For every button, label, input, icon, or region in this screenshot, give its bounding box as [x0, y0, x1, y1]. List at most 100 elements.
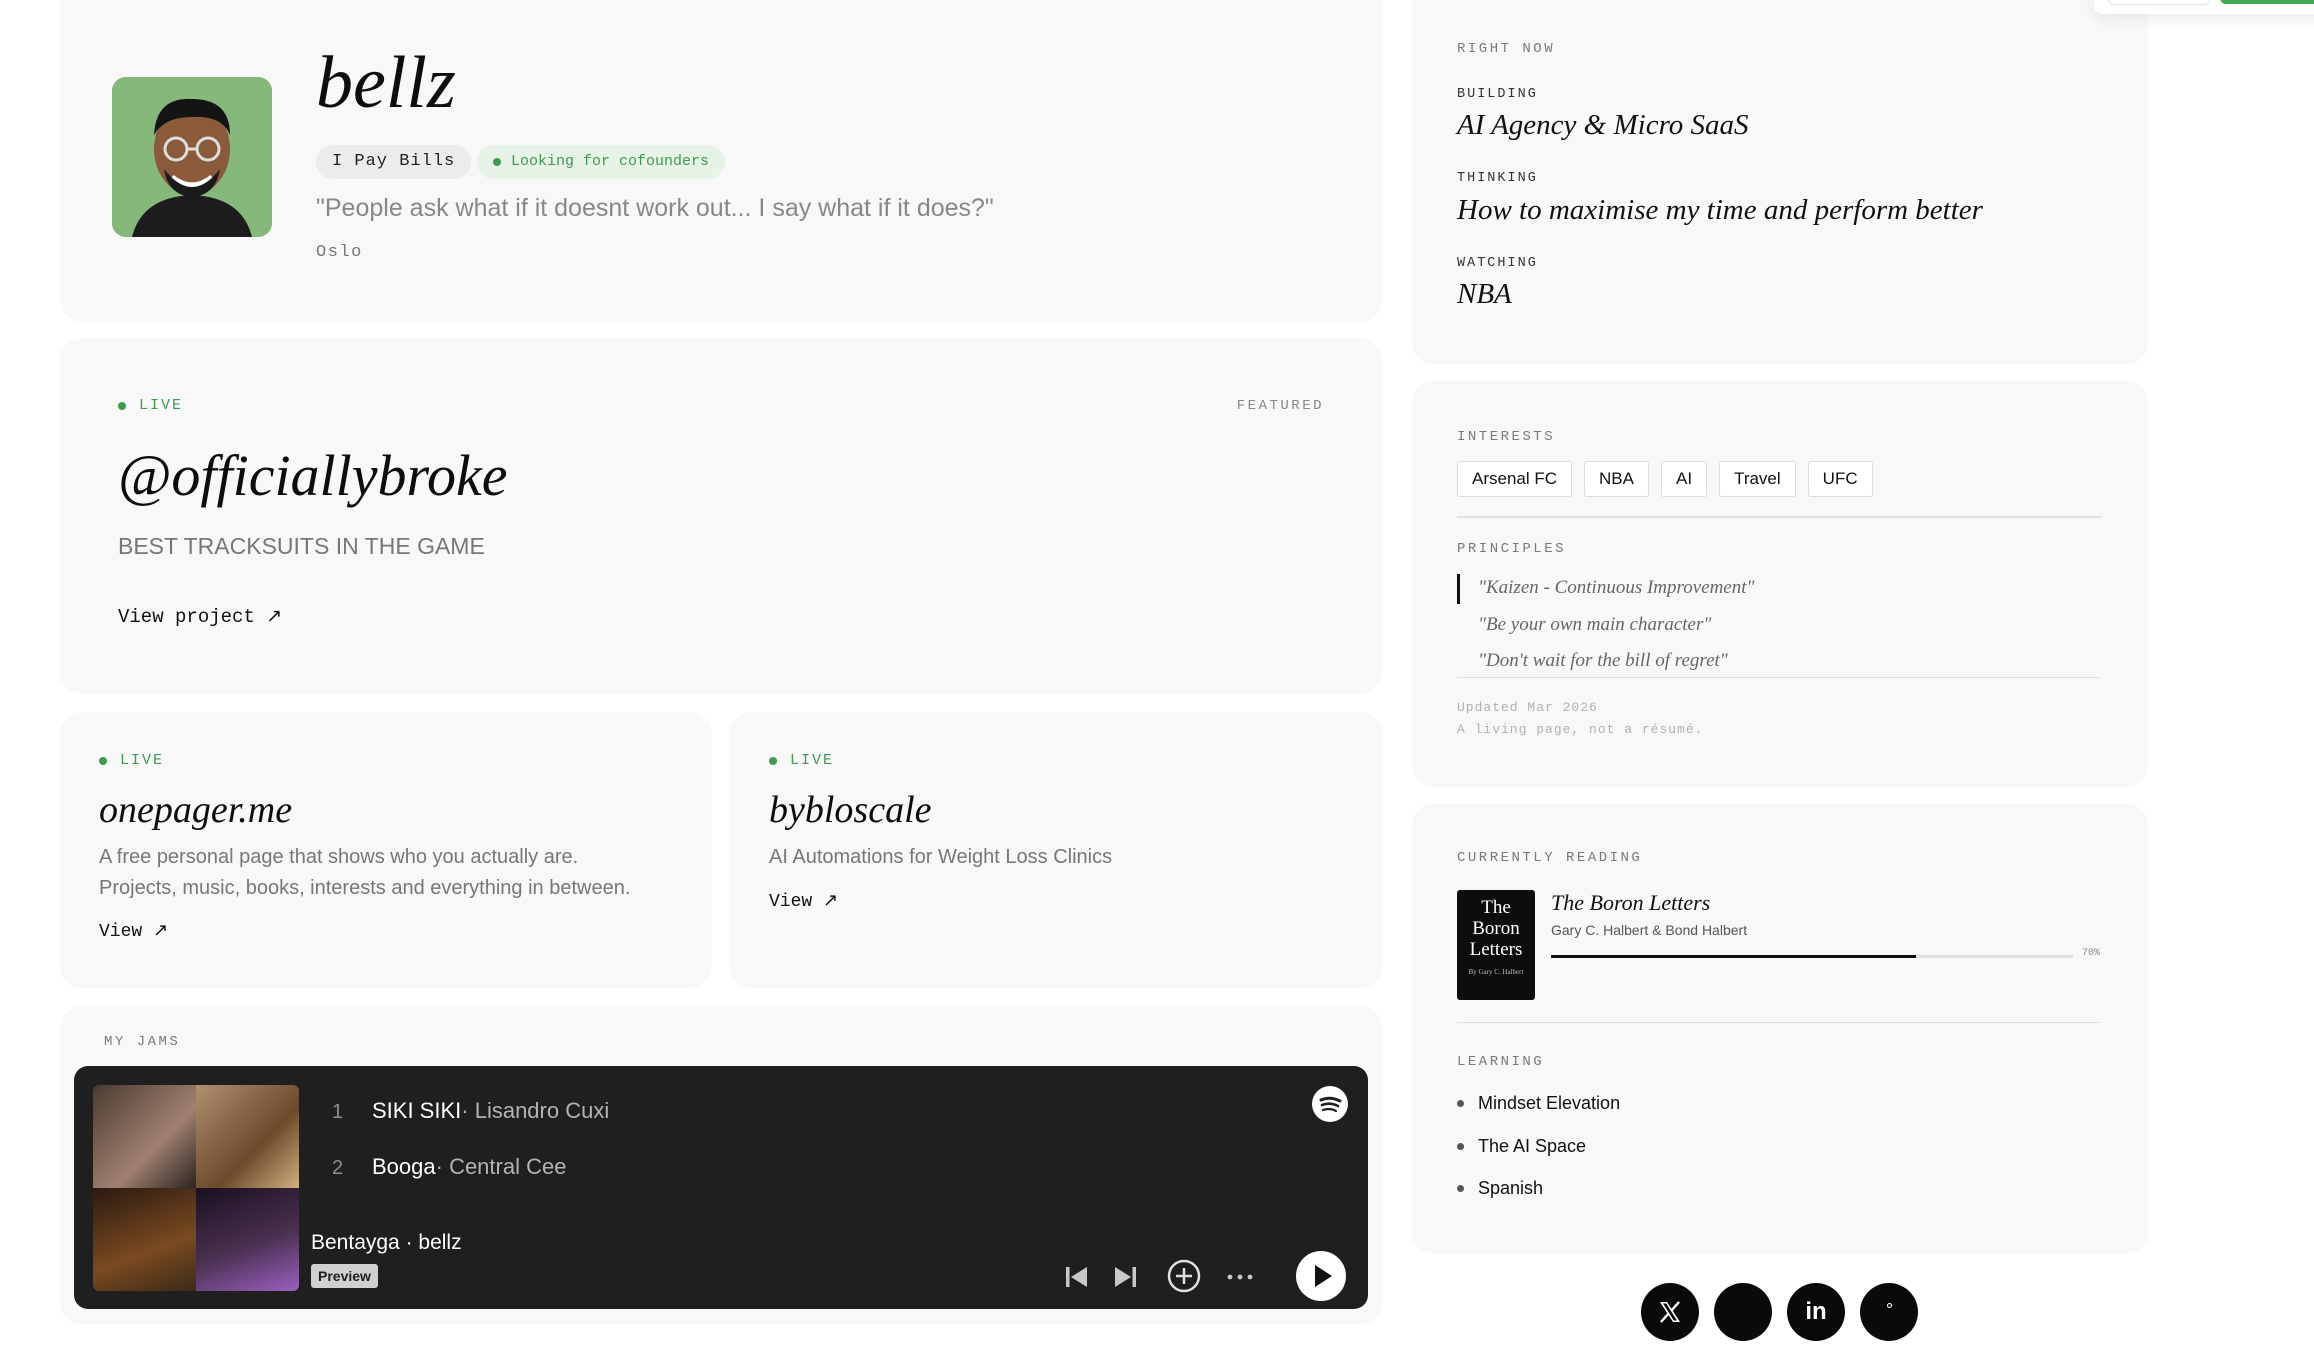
- principle-item: "Don't wait for the bill of regret": [1478, 650, 1728, 671]
- right-now-card: RIGHT NOW BUILDING AI Agency & Micro Saa…: [1412, 0, 2148, 364]
- top-widget: [2094, 0, 2314, 14]
- track-row[interactable]: 2 Booga · Central Cee: [332, 1154, 566, 1180]
- principle-item: "Be your own main character": [1478, 614, 1712, 635]
- building-value: AI Agency & Micro SaaS: [1457, 109, 1749, 141]
- book-title: The Boron Letters: [1551, 890, 1711, 915]
- play-icon: [1315, 1265, 1332, 1287]
- watching-value: NBA: [1457, 278, 1512, 310]
- thinking-label: THINKING: [1457, 171, 1538, 186]
- project-desc-line1: AI Automations for Weight Loss Clinics: [769, 846, 1113, 868]
- linkedin-icon[interactable]: in: [1787, 1283, 1845, 1341]
- thinking-value: How to maximise my time and perform bett…: [1457, 194, 1983, 226]
- project-desc-line1: A free personal page that shows who you …: [99, 846, 579, 868]
- spotify-player: 1 SIKI SIKI · Lisandro Cuxi 2 Booga · Ce…: [74, 1066, 1368, 1309]
- learning-label: LEARNING: [1457, 1054, 1545, 1070]
- watching-label: WATCHING: [1457, 256, 1538, 271]
- reading-card: CURRENTLY READING The Boron Letters By G…: [1412, 804, 2148, 1254]
- x-logo-icon[interactable]: [1641, 1283, 1699, 1341]
- live-badge: LIVE: [769, 752, 834, 769]
- project-title: bybloscale: [769, 789, 932, 831]
- view-link[interactable]: View ↗: [769, 890, 838, 912]
- right-now-label: RIGHT NOW: [1457, 41, 1556, 57]
- track-artist: · Lisandro Cuxi: [461, 1098, 610, 1123]
- project-card-bybloscale[interactable]: LIVE bybloscale AI Automations for Weigh…: [730, 712, 1382, 988]
- play-button[interactable]: [1296, 1251, 1346, 1301]
- reading-progress-fill: [1551, 955, 1917, 958]
- book-cover[interactable]: The Boron Letters By Gary C. Halbert: [1457, 890, 1535, 1000]
- divider: [1457, 516, 2101, 518]
- my-jams-label: MY JAMS: [104, 1034, 181, 1050]
- interest-tag: Arsenal FC: [1457, 461, 1573, 497]
- featured-subtitle: BEST TRACKSUITS IN THE GAME: [118, 533, 485, 559]
- divider: [1457, 1022, 2101, 1023]
- profile-tag: I Pay Bills: [316, 145, 472, 179]
- track-title: SIKI SIKI: [372, 1098, 462, 1123]
- profile-location: Oslo: [316, 243, 363, 262]
- status-badge: Looking for cofounders: [477, 145, 726, 179]
- widget-primary-button[interactable]: [2220, 0, 2314, 4]
- reading-progress-label: 70%: [2082, 948, 2101, 959]
- live-badge: LIVE: [99, 752, 164, 769]
- book-cover-line: The: [1481, 897, 1511, 918]
- profile-quote: "People ask what if it doesnt work out..…: [316, 194, 994, 222]
- interest-tag: AI: [1661, 461, 1708, 497]
- book-author: Gary C. Halbert & Bond Halbert: [1551, 922, 1748, 938]
- updated-date: Updated Mar 2026: [1457, 700, 1598, 715]
- live-dot-icon: [769, 756, 777, 765]
- live-dot-icon: [118, 401, 126, 410]
- interest-tags: Arsenal FC NBA AI Travel UFC: [1457, 461, 1885, 497]
- spotify-logo-icon[interactable]: [1312, 1086, 1348, 1122]
- reading-progress-bar: [1551, 955, 2073, 958]
- my-jams-card: MY JAMS 1 SIKI SIKI · Lisandro Cuxi 2 Bo…: [60, 1006, 1382, 1324]
- project-card-onepager[interactable]: LIVE onepager.me A free personal page th…: [60, 712, 712, 988]
- project-title: onepager.me: [99, 789, 293, 831]
- bullet-icon: [1457, 1100, 1464, 1107]
- interests-card: INTERESTS Arsenal FC NBA AI Travel UFC P…: [1412, 381, 2148, 787]
- next-track-icon[interactable]: [1111, 1262, 1141, 1292]
- add-to-library-icon[interactable]: [1166, 1258, 1202, 1294]
- interest-tag: Travel: [1719, 461, 1796, 497]
- live-dot-icon: [99, 756, 107, 765]
- avatar: [112, 77, 272, 237]
- playlist-name: Bentayga · bellz: [311, 1231, 462, 1254]
- learning-item: Mindset Elevation: [1457, 1093, 1620, 1114]
- more-options-icon[interactable]: [1222, 1262, 1258, 1292]
- interest-tag: UFC: [1807, 461, 1873, 497]
- principle-item: "Kaizen - Continuous Improvement": [1478, 577, 1755, 598]
- principles-accent-bar: [1457, 574, 1460, 604]
- instagram-icon[interactable]: [1860, 1283, 1918, 1341]
- track-number: 1: [332, 1101, 344, 1123]
- profile-name: bellz: [316, 42, 456, 124]
- playlist-cover[interactable]: [93, 1085, 299, 1291]
- interest-tag: NBA: [1584, 461, 1649, 497]
- bullet-icon: [1457, 1143, 1464, 1150]
- book-cover-line: Letters: [1469, 939, 1523, 960]
- building-label: BUILDING: [1457, 87, 1538, 102]
- featured-title: @officiallybroke: [118, 443, 508, 508]
- featured-label: FEATURED: [1236, 398, 1324, 414]
- principles-label: PRINCIPLES: [1457, 541, 1567, 557]
- project-desc-line2: Projects, music, books, interests and ev…: [99, 877, 631, 899]
- book-cover-line: Boron: [1472, 918, 1520, 939]
- book-cover-author: By Gary C. Halbert: [1468, 968, 1524, 976]
- view-link[interactable]: View ↗: [99, 920, 168, 942]
- previous-track-icon[interactable]: [1061, 1262, 1091, 1292]
- reading-label: CURRENTLY READING: [1457, 850, 1643, 866]
- preview-badge: Preview: [311, 1264, 378, 1288]
- track-artist: · Central Cee: [435, 1154, 567, 1179]
- featured-project-card[interactable]: LIVE FEATURED @officiallybroke BEST TRAC…: [60, 338, 1382, 694]
- live-badge: LIVE: [118, 397, 183, 414]
- track-row[interactable]: 1 SIKI SIKI · Lisandro Cuxi: [332, 1098, 609, 1124]
- view-project-link[interactable]: View project ↗: [118, 605, 282, 628]
- social-icon[interactable]: [1714, 1283, 1772, 1341]
- track-title: Booga: [372, 1154, 436, 1179]
- learning-item: The AI Space: [1457, 1136, 1586, 1157]
- widget-secondary-button[interactable]: [2108, 0, 2210, 5]
- profile-card: bellz I Pay Bills Looking for cofounders…: [60, 0, 1382, 322]
- bullet-icon: [1457, 1185, 1464, 1192]
- tagline: A living page, not a résumé.: [1457, 722, 1704, 737]
- track-number: 2: [332, 1157, 344, 1179]
- interests-label: INTERESTS: [1457, 429, 1556, 445]
- learning-item: Spanish: [1457, 1178, 1543, 1199]
- status-text: Looking for cofounders: [511, 153, 710, 170]
